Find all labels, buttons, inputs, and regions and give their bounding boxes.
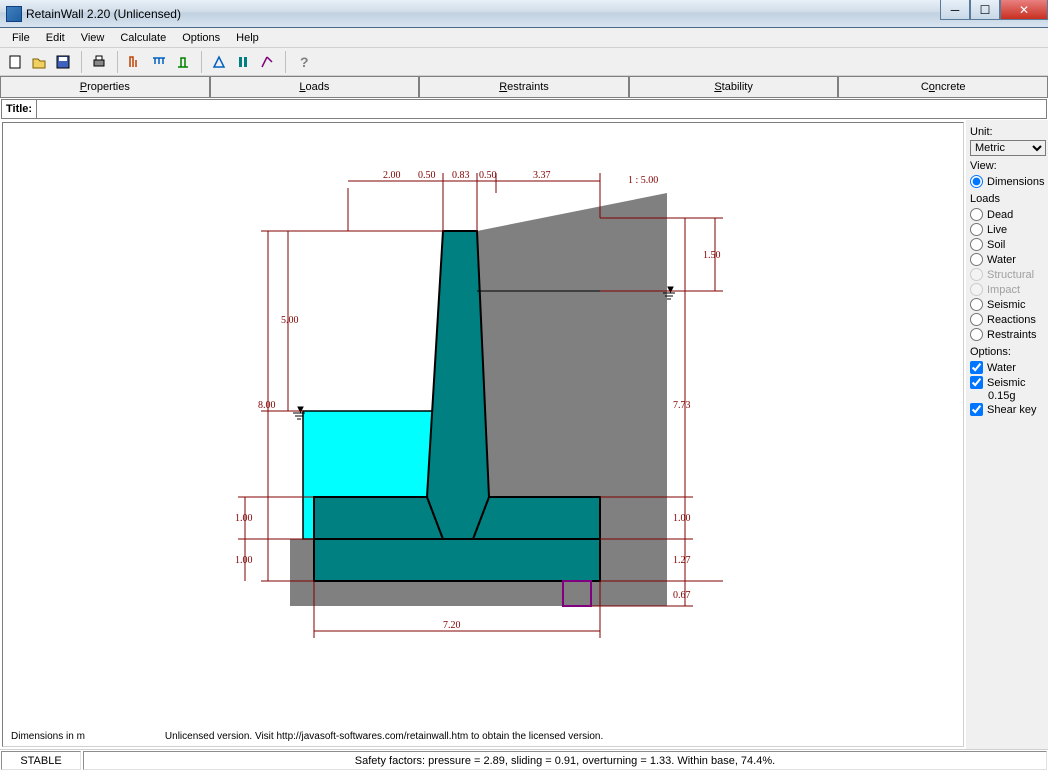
status-factors: Safety factors: pressure = 2.89, sliding…	[83, 751, 1047, 770]
window-title: RetainWall 2.20 (Unlicensed)	[26, 7, 181, 21]
view-stability-icon[interactable]	[208, 51, 230, 73]
tab-bar: Properties Loads Restraints Stability Co…	[0, 76, 1048, 98]
dim-toe-depth: 1.00	[235, 513, 253, 524]
calc-properties-icon[interactable]	[124, 51, 146, 73]
menu-edit[interactable]: Edit	[38, 30, 73, 46]
help-icon[interactable]: ?	[292, 51, 314, 73]
print-icon[interactable]	[88, 51, 110, 73]
view-section-icon[interactable]	[232, 51, 254, 73]
unit-label: Unit:	[970, 126, 1046, 138]
toolbar-separator	[280, 51, 286, 73]
dim-toe-width: 2.00	[383, 170, 401, 181]
dim-key-depth: 0.67	[673, 590, 691, 601]
option-shearkey-check[interactable]: Shear key	[970, 402, 1046, 417]
save-icon[interactable]	[52, 51, 74, 73]
load-impact-radio: Impact	[970, 282, 1046, 297]
open-icon[interactable]	[28, 51, 50, 73]
load-soil-radio[interactable]: Soil	[970, 237, 1046, 252]
toolbar-separator	[76, 51, 82, 73]
dim-base-plus: 1.27	[673, 555, 691, 566]
view-diagram-icon[interactable]	[256, 51, 278, 73]
title-bar: RetainWall 2.20 (Unlicensed) ─ ☐ ✕	[0, 0, 1048, 28]
calc-loads-icon[interactable]	[148, 51, 170, 73]
dimensions-unit-note: Dimensions in m	[11, 731, 85, 742]
dim-stem-top-right: 0.50	[479, 170, 497, 181]
new-icon[interactable]	[4, 51, 26, 73]
svg-text:?: ?	[300, 54, 309, 70]
tab-loads[interactable]: Loads	[210, 76, 420, 97]
soil-under-base	[313, 580, 667, 606]
load-seismic-radio[interactable]: Seismic	[970, 297, 1046, 312]
menu-help[interactable]: Help	[228, 30, 267, 46]
drawing-canvas[interactable]: 2.00 0.50 0.83 0.50 3.37 1 : 5.00 5.00 8…	[2, 122, 964, 747]
dim-base-to-key: 1.00	[235, 555, 253, 566]
menu-calculate[interactable]: Calculate	[112, 30, 174, 46]
toolbar-separator	[112, 51, 118, 73]
menu-file[interactable]: File	[4, 30, 38, 46]
dim-wall-height: 5.00	[281, 315, 299, 326]
maximize-button[interactable]: ☐	[970, 0, 1000, 20]
minimize-button[interactable]: ─	[940, 0, 970, 20]
toolbar-separator	[196, 51, 202, 73]
unit-select[interactable]: Metric	[970, 140, 1046, 156]
calc-restraints-icon[interactable]	[172, 51, 194, 73]
option-water-check[interactable]: Water	[970, 360, 1046, 375]
loads-label: Loads	[970, 193, 1046, 205]
dim-total-height: 8.00	[258, 400, 276, 411]
menu-options[interactable]: Options	[174, 30, 228, 46]
view-label: View:	[970, 160, 1046, 172]
close-button[interactable]: ✕	[1000, 0, 1048, 20]
toolbar: ?	[0, 48, 1048, 76]
dim-stem-bot: 0.83	[452, 170, 470, 181]
tab-properties[interactable]: Properties	[0, 76, 210, 97]
load-restraints-radio[interactable]: Restraints	[970, 327, 1046, 342]
load-water-radio[interactable]: Water	[970, 252, 1046, 267]
dim-surcharge-slope: 1 : 5.00	[628, 175, 658, 186]
option-seismic-value: 0.15g	[970, 390, 1046, 402]
dim-heel-width: 3.37	[533, 170, 551, 181]
load-structural-radio: Structural	[970, 267, 1046, 282]
license-note: Unlicensed version. Visit http://javasof…	[165, 731, 603, 742]
view-dimensions-radio[interactable]: Dimensions	[970, 174, 1046, 189]
title-label: Title:	[2, 103, 36, 115]
load-reactions-radio[interactable]: Reactions	[970, 312, 1046, 327]
menu-bar: File Edit View Calculate Options Help	[0, 28, 1048, 48]
main-area: 2.00 0.50 0.83 0.50 3.37 1 : 5.00 5.00 8…	[0, 120, 1048, 749]
menu-view[interactable]: View	[73, 30, 113, 46]
title-row: Title:	[1, 99, 1047, 119]
canvas-footer: Dimensions in m Unlicensed version. Visi…	[11, 731, 955, 742]
tab-restraints[interactable]: Restraints	[419, 76, 629, 97]
dim-soil-height: 7.73	[673, 400, 691, 411]
dim-base-width: 7.20	[443, 620, 461, 631]
side-panel: Unit: Metric View: Dimensions Loads Dead…	[966, 120, 1048, 749]
option-seismic-check[interactable]: Seismic	[970, 375, 1046, 390]
dim-heel-step: 1.00	[673, 513, 691, 524]
load-dead-radio[interactable]: Dead	[970, 207, 1046, 222]
load-live-radio[interactable]: Live	[970, 222, 1046, 237]
tab-stability[interactable]: Stability	[629, 76, 839, 97]
title-input[interactable]	[36, 100, 1046, 118]
window-buttons: ─ ☐ ✕	[940, 0, 1048, 20]
status-bar: STABLE Safety factors: pressure = 2.89, …	[0, 749, 1048, 771]
app-icon	[6, 6, 22, 22]
status-stable: STABLE	[1, 751, 81, 770]
dim-stem-top-left: 0.50	[418, 170, 436, 181]
wall-diagram: 2.00 0.50 0.83 0.50 3.37 1 : 5.00 5.00 8…	[3, 123, 963, 738]
tab-concrete[interactable]: Concrete	[838, 76, 1048, 97]
options-label: Options:	[970, 346, 1046, 358]
toe-soil	[290, 539, 315, 606]
dim-soil-above-water: 1.50	[703, 250, 721, 261]
